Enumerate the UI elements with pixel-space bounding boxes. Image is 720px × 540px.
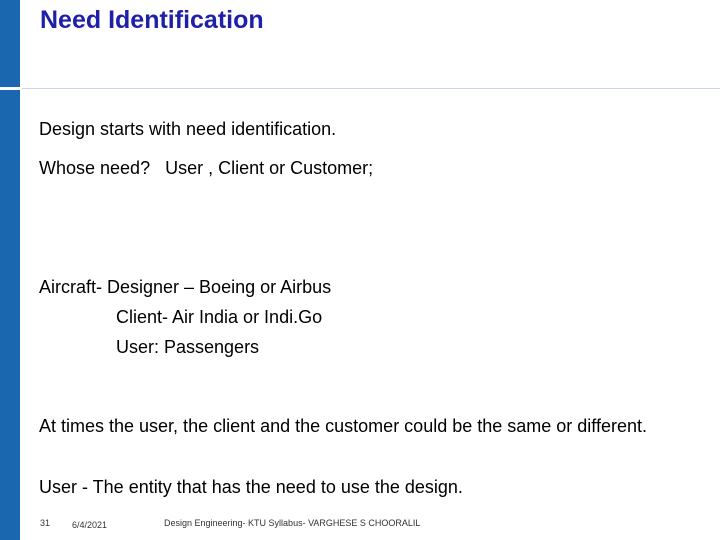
body-line-user-definition: User - The entity that has the need to u… (39, 477, 463, 497)
slide-number: 31 (40, 518, 51, 528)
footer-credit: Design Engineering- KTU Syllabus- VARGHE… (164, 518, 421, 528)
slide-title: Need Identification (40, 6, 264, 34)
body-line-design-starts: Design starts with need identification. (39, 119, 337, 139)
slide: Need Identification Design starts with n… (0, 0, 720, 540)
body-paragraph-same-or-different: At times the user, the client and the cu… (39, 416, 648, 436)
body-line-client: Client- Air India or Indi.Go (116, 307, 323, 327)
footer-date: 6/4/2021 (72, 520, 108, 530)
left-accent-bar (0, 0, 20, 540)
accent-bar-divider (0, 87, 20, 90)
body-line-whose-need: Whose need? User , Client or Customer; (39, 158, 374, 178)
title-divider (22, 88, 720, 89)
body-line-aircraft: Aircraft- Designer – Boeing or Airbus (39, 277, 332, 297)
body-line-user: User: Passengers (116, 337, 260, 357)
